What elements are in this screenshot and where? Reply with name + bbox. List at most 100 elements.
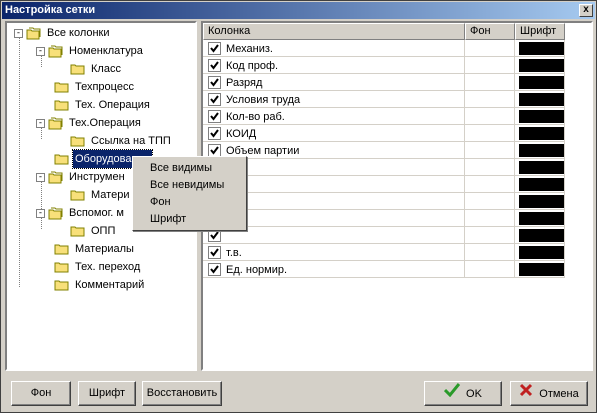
tree-item-materials[interactable]: Материалы	[54, 240, 136, 258]
background-cell[interactable]	[465, 210, 515, 227]
tree-item-tools[interactable]: - Инструмен	[36, 168, 127, 186]
font-cell[interactable]	[515, 176, 565, 193]
ok-label: OK	[466, 387, 482, 400]
collapse-toggle[interactable]: -	[36, 208, 45, 218]
background-button[interactable]: Фон	[11, 381, 71, 406]
folder-icon	[54, 153, 69, 165]
table-row[interactable]: Кол-во раб.	[203, 108, 565, 125]
tree-item-class[interactable]: Класс	[70, 60, 123, 78]
background-cell[interactable]	[465, 244, 515, 261]
table-row[interactable]: Разряд	[203, 74, 565, 91]
ok-button[interactable]: OK	[424, 381, 502, 406]
background-cell[interactable]	[465, 91, 515, 108]
font-cell[interactable]	[515, 142, 565, 159]
background-cell[interactable]	[465, 227, 515, 244]
tree-label: Тех. Операция	[75, 99, 150, 111]
background-cell[interactable]	[465, 193, 515, 210]
visibility-checkbox[interactable]	[208, 76, 221, 89]
background-cell[interactable]	[465, 176, 515, 193]
restore-button[interactable]: Восстановить	[142, 381, 222, 406]
menu-item-background[interactable]: Фон	[133, 194, 246, 211]
font-cell[interactable]	[515, 108, 565, 125]
tree-item-techprocess[interactable]: Техпроцесс	[54, 78, 136, 96]
context-menu: Все видимы Все невидимы Фон Шрифт	[132, 156, 247, 231]
collapse-toggle[interactable]: -	[36, 172, 45, 182]
collapse-toggle[interactable]: -	[36, 118, 45, 128]
visibility-checkbox[interactable]	[208, 127, 221, 140]
font-cell[interactable]	[515, 261, 565, 278]
background-cell[interactable]	[465, 57, 515, 74]
font-cell[interactable]	[515, 57, 565, 74]
table-row[interactable]	[203, 210, 565, 227]
table-row[interactable]: Механиз.	[203, 40, 565, 57]
table-row[interactable]: Условия труда	[203, 91, 565, 108]
column-header-column[interactable]: Колонка	[203, 23, 465, 40]
tree-item-tpp-link[interactable]: Ссылка на ТПП	[70, 132, 173, 150]
font-cell[interactable]	[515, 193, 565, 210]
menu-item-font[interactable]: Шрифт	[133, 211, 246, 228]
collapse-toggle[interactable]: -	[14, 28, 23, 38]
tree-item-tech-operation-2[interactable]: - Тех.Операция	[36, 114, 143, 132]
check-icon	[443, 382, 461, 405]
font-button[interactable]: Шрифт	[78, 381, 136, 406]
column-header-font[interactable]: Шрифт	[515, 23, 565, 40]
visibility-checkbox[interactable]	[208, 59, 221, 72]
table-row[interactable]: Объем партии	[203, 142, 565, 159]
column-name-cell: т.в.	[203, 244, 465, 261]
background-cell[interactable]	[465, 261, 515, 278]
font-cell[interactable]	[515, 125, 565, 142]
tree-item-tool-materials[interactable]: Матери	[70, 186, 131, 204]
tree-label: Вспомог. м	[69, 207, 124, 219]
visibility-checkbox[interactable]	[208, 263, 221, 276]
background-cell[interactable]	[465, 40, 515, 57]
tree-label: Ссылка на ТПП	[91, 135, 171, 147]
column-name: Механиз.	[226, 42, 273, 55]
table-row[interactable]: КОИД	[203, 125, 565, 142]
font-cell[interactable]	[515, 91, 565, 108]
tree-item-all-columns[interactable]: - Все колонки	[14, 24, 112, 42]
tree-label: Инструмен	[69, 171, 125, 183]
folder-stack-icon	[48, 117, 63, 130]
cancel-button[interactable]: Отмена	[510, 381, 588, 406]
background-cell[interactable]	[465, 108, 515, 125]
table-row[interactable]: з.	[203, 176, 565, 193]
font-cell[interactable]	[515, 210, 565, 227]
font-cell[interactable]	[515, 40, 565, 57]
tree-item-nomenclature[interactable]: - Номенклатура	[36, 42, 145, 60]
column-name: Кол-во раб.	[226, 110, 285, 123]
visibility-checkbox[interactable]	[208, 246, 221, 259]
table-row[interactable]: т.	[203, 159, 565, 176]
menu-item-all-visible[interactable]: Все видимы	[133, 160, 246, 177]
tree-item-tech-transition[interactable]: Тех. переход	[54, 258, 142, 276]
folder-icon	[54, 243, 69, 255]
tree-item-aux-materials[interactable]: - Вспомог. м	[36, 204, 126, 222]
column-grid[interactable]: Колонка Фон Шрифт Механиз. Код проф. Разря…	[201, 21, 593, 371]
visibility-checkbox[interactable]	[208, 93, 221, 106]
column-name-cell: Код проф.	[203, 57, 465, 74]
table-row[interactable]: Ед. нормир.	[203, 261, 565, 278]
column-header-background[interactable]: Фон	[465, 23, 515, 40]
table-row[interactable]: т.в.	[203, 244, 565, 261]
visibility-checkbox[interactable]	[208, 110, 221, 123]
visibility-checkbox[interactable]	[208, 42, 221, 55]
table-row[interactable]	[203, 227, 565, 244]
background-cell[interactable]	[465, 159, 515, 176]
table-row[interactable]: т.	[203, 193, 565, 210]
close-button[interactable]: x	[579, 4, 593, 17]
menu-item-all-invisible[interactable]: Все невидимы	[133, 177, 246, 194]
collapse-toggle[interactable]: -	[36, 46, 45, 56]
background-cell[interactable]	[465, 142, 515, 159]
background-cell[interactable]	[465, 125, 515, 142]
tree-item-comment[interactable]: Комментарий	[54, 276, 146, 294]
font-cell[interactable]	[515, 159, 565, 176]
font-cell[interactable]	[515, 74, 565, 91]
background-cell[interactable]	[465, 74, 515, 91]
folder-icon	[70, 63, 85, 75]
tree-item-tech-operation[interactable]: Тех. Операция	[54, 96, 152, 114]
font-color-swatch	[519, 229, 564, 242]
font-cell[interactable]	[515, 227, 565, 244]
tree-item-opp[interactable]: ОПП	[70, 222, 117, 240]
tree-label: ОПП	[91, 225, 116, 237]
table-row[interactable]: Код проф.	[203, 57, 565, 74]
font-cell[interactable]	[515, 244, 565, 261]
